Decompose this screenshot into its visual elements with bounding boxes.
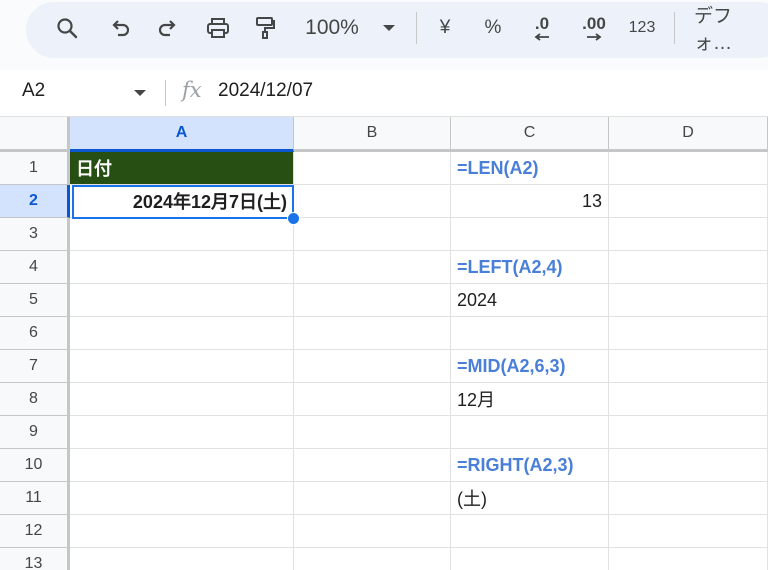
- increase-decimal-label: .00: [582, 14, 606, 33]
- zoom-select[interactable]: 100%: [300, 10, 364, 46]
- spreadsheet-grid: A B C D 1 2 3 4 5 6 7 8 9 10 11 12 13 日付…: [0, 117, 768, 570]
- name-box-dropdown-icon[interactable]: [134, 90, 146, 96]
- undo-icon[interactable]: [105, 10, 135, 46]
- grid-cell-a6[interactable]: [70, 317, 294, 350]
- row-header-11[interactable]: 11: [0, 482, 70, 515]
- decrease-decimal-label: .0: [534, 14, 550, 33]
- toolbar: 100% ¥ % .0 .00 123 デフォ…: [0, 0, 768, 70]
- grid-cell-c13[interactable]: [451, 548, 609, 570]
- formula-bar: A2 fx 2024/12/07: [0, 70, 768, 117]
- grid-cell-a5[interactable]: [70, 284, 294, 317]
- cell-c1[interactable]: =LEN(A2): [451, 152, 609, 185]
- cell-c2[interactable]: 13: [451, 185, 609, 218]
- toolbar-divider: [674, 12, 675, 44]
- grid-cell-b1[interactable]: [294, 152, 451, 185]
- search-menus-icon[interactable]: [52, 10, 82, 46]
- formula-input[interactable]: 2024/12/07: [218, 80, 313, 102]
- grid-cell-c12[interactable]: [451, 515, 609, 548]
- grid-cell-b7[interactable]: [294, 350, 451, 383]
- grid-cell-b3[interactable]: [294, 218, 451, 251]
- grid-cell-b11[interactable]: [294, 482, 451, 515]
- select-all-corner[interactable]: [0, 117, 70, 152]
- paint-format-icon[interactable]: [250, 10, 280, 46]
- row-header-12[interactable]: 12: [0, 515, 70, 548]
- grid-cell-d7[interactable]: [609, 350, 768, 383]
- more-formats-button[interactable]: 123: [624, 10, 660, 46]
- increase-decimal-button[interactable]: .00: [576, 10, 612, 46]
- grid-cell-a7[interactable]: [70, 350, 294, 383]
- row-header-6[interactable]: 6: [0, 317, 70, 350]
- column-header-a[interactable]: A: [70, 117, 294, 152]
- grid-cell-b12[interactable]: [294, 515, 451, 548]
- grid-cell-d4[interactable]: [609, 251, 768, 284]
- grid-cell-d1[interactable]: [609, 152, 768, 185]
- grid-cell-b13[interactable]: [294, 548, 451, 570]
- grid-cell-b6[interactable]: [294, 317, 451, 350]
- cell-c11[interactable]: (土): [451, 482, 609, 515]
- grid-cell-c6[interactable]: [451, 317, 609, 350]
- row-header-2[interactable]: 2: [0, 185, 70, 218]
- cell-c8[interactable]: 12月: [451, 383, 609, 416]
- cell-c10[interactable]: =RIGHT(A2,3): [451, 449, 609, 482]
- grid-cell-d9[interactable]: [609, 416, 768, 449]
- font-family-select[interactable]: デフォ…: [694, 6, 768, 54]
- grid-cell-b4[interactable]: [294, 251, 451, 284]
- column-header-d[interactable]: D: [609, 117, 768, 152]
- zoom-dropdown-icon[interactable]: [378, 10, 400, 46]
- toolbar-divider: [416, 12, 417, 44]
- grid-cell-b2[interactable]: [294, 185, 451, 218]
- grid-cell-a3[interactable]: [70, 218, 294, 251]
- grid-cell-d2[interactable]: [609, 185, 768, 218]
- row-header-4[interactable]: 4: [0, 251, 70, 284]
- row-header-13[interactable]: 13: [0, 548, 70, 570]
- cell-c7[interactable]: =MID(A2,6,3): [451, 350, 609, 383]
- grid-cell-d12[interactable]: [609, 515, 768, 548]
- grid-cell-d10[interactable]: [609, 449, 768, 482]
- grid-cell-d11[interactable]: [609, 482, 768, 515]
- row-header-5[interactable]: 5: [0, 284, 70, 317]
- grid-cell-d13[interactable]: [609, 548, 768, 570]
- row-header-10[interactable]: 10: [0, 449, 70, 482]
- format-currency-button[interactable]: ¥: [432, 10, 458, 46]
- column-header-b[interactable]: B: [294, 117, 451, 152]
- grid-cell-b5[interactable]: [294, 284, 451, 317]
- cell-c4[interactable]: =LEFT(A2,4): [451, 251, 609, 284]
- cell-a1[interactable]: 日付: [70, 152, 294, 185]
- print-icon[interactable]: [202, 10, 234, 46]
- grid-cell-a9[interactable]: [70, 416, 294, 449]
- fill-handle[interactable]: [287, 212, 300, 225]
- row-header-1[interactable]: 1: [0, 152, 70, 185]
- grid-cell-d6[interactable]: [609, 317, 768, 350]
- arrow-right-icon: [587, 33, 602, 41]
- grid-cell-d3[interactable]: [609, 218, 768, 251]
- name-box[interactable]: A2: [22, 80, 45, 102]
- row-header-3[interactable]: 3: [0, 218, 70, 251]
- grid-cell-b10[interactable]: [294, 449, 451, 482]
- grid-cell-a4[interactable]: [70, 251, 294, 284]
- grid-cell-d8[interactable]: [609, 383, 768, 416]
- row-header-9[interactable]: 9: [0, 416, 70, 449]
- grid-cell-b9[interactable]: [294, 416, 451, 449]
- grid-cell-d5[interactable]: [609, 284, 768, 317]
- grid-cell-c9[interactable]: [451, 416, 609, 449]
- arrow-left-icon: [534, 33, 549, 41]
- row-header-7[interactable]: 7: [0, 350, 70, 383]
- grid-cell-a11[interactable]: [70, 482, 294, 515]
- row-header-8[interactable]: 8: [0, 383, 70, 416]
- decrease-decimal-button[interactable]: .0: [526, 10, 558, 46]
- grid-cell-c3[interactable]: [451, 218, 609, 251]
- grid-cell-a12[interactable]: [70, 515, 294, 548]
- grid-cell-a10[interactable]: [70, 449, 294, 482]
- grid-cell-a13[interactable]: [70, 548, 294, 570]
- grid-cell-b8[interactable]: [294, 383, 451, 416]
- formula-bar-divider: [165, 80, 166, 106]
- active-cell-border: [72, 185, 294, 219]
- redo-icon[interactable]: [153, 10, 183, 46]
- cell-c5[interactable]: 2024: [451, 284, 609, 317]
- column-header-c[interactable]: C: [451, 117, 609, 152]
- grid-cell-a8[interactable]: [70, 383, 294, 416]
- format-percent-button[interactable]: %: [480, 10, 506, 46]
- fx-icon: fx: [182, 78, 202, 102]
